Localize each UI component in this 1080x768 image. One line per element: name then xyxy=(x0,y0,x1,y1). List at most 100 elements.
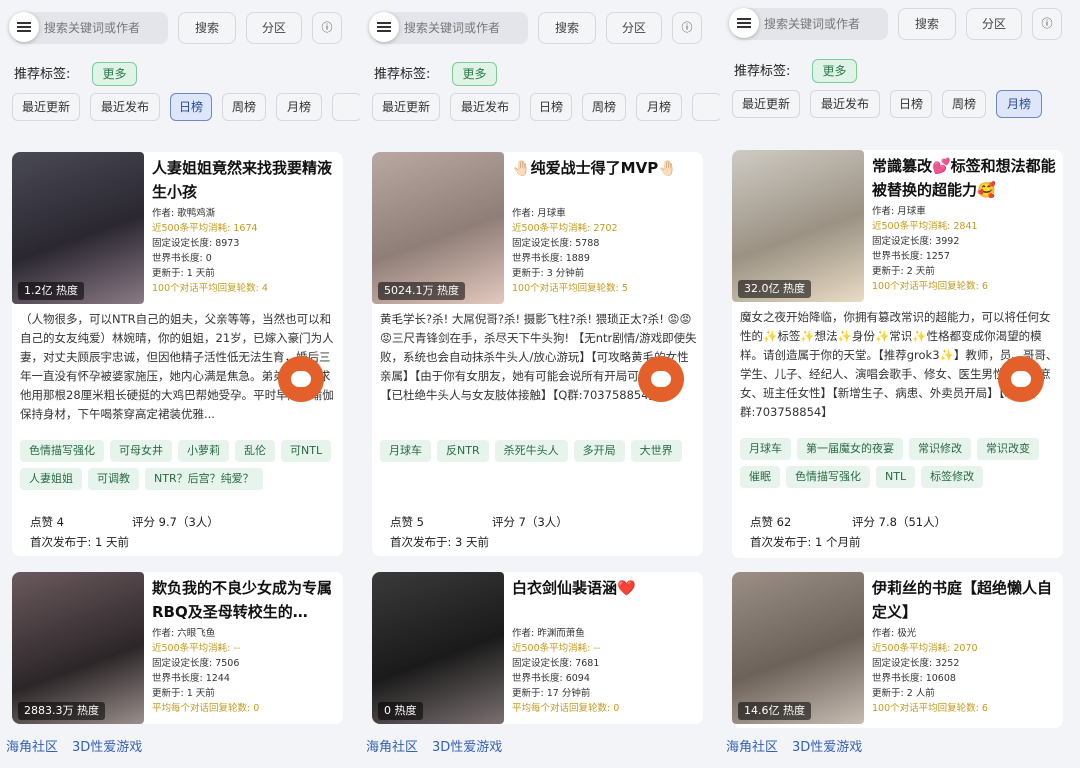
tag-chip[interactable]: 多开局 xyxy=(573,440,625,462)
meta-line: 世界书长度: 6094 xyxy=(512,673,590,684)
tag-chip[interactable]: 可母女井 xyxy=(110,440,172,462)
top-bar: 搜索关键词或作者 搜索 分区 ⓘ xyxy=(0,8,360,48)
menu-icon[interactable] xyxy=(369,12,399,42)
sort-tab[interactable]: 最近发布 xyxy=(90,93,160,121)
tag-chip[interactable]: NTL xyxy=(876,466,916,488)
tag-chip[interactable]: 人妻姐姐 xyxy=(20,468,82,490)
chat-bubble-icon[interactable] xyxy=(278,356,324,402)
chat-bubble-icon[interactable] xyxy=(998,356,1044,402)
meta-line: 近500条平均消耗: -- xyxy=(152,643,241,654)
card-meta: 作者: 月球車 近500条平均消耗: 2841 固定设定长度: 3992 世界书长度:… xyxy=(872,204,1060,294)
tag-chip[interactable]: 色情描写强化 xyxy=(20,440,104,462)
search-button[interactable]: 搜索 xyxy=(538,12,596,44)
character-card[interactable]: 5024.1万 热度 🤚🏻纯爱战士得了MVP🤚🏻 作者: 月球車 近500条平均消… xyxy=(372,152,703,556)
tag-chip[interactable]: NTR？后宫？纯爱？ xyxy=(145,468,263,490)
partition-button[interactable]: 分区 xyxy=(606,12,662,44)
card-meta: 作者: 六眼飞鱼 近500条平均消耗: -- 固定设定长度: 7506 世界书长度: … xyxy=(152,626,340,716)
tag-chip[interactable]: 大世界 xyxy=(630,440,682,462)
sort-tab[interactable]: 最近更新 xyxy=(372,93,440,121)
more-tags-button[interactable]: 更多 xyxy=(452,62,497,86)
tag-chip[interactable]: 催眠 xyxy=(740,466,780,488)
bottom-link[interactable]: 3D性爱游戏 xyxy=(792,740,862,755)
sort-tab[interactable]: 最近更新 xyxy=(12,93,80,121)
tag-chip[interactable]: 第一届魔女的夜宴 xyxy=(797,438,903,460)
character-card[interactable]: 0 热度 白衣剑仙裴语涵❤️ 作者: 昨渊而萧鱼 近500条平均消耗: -- 固定设… xyxy=(372,572,703,724)
screenshot-stage: 搜索关键词或作者 搜索 分区 ⓘ 推荐标签: 更多 最近更新 最近发布 日榜 周榜 月榜… xyxy=(0,0,1080,768)
search-button[interactable]: 搜索 xyxy=(178,12,236,44)
chat-bubble-icon[interactable] xyxy=(638,356,684,402)
meta-line: 更新于: 1 天前 xyxy=(152,268,215,279)
character-card[interactable]: 1.2亿 热度 人妻姐姐竟然来找我要精液生小孩 作者: 歌鸭鸡澌 近500条平均消… xyxy=(12,152,343,556)
bottom-links: 海角社区 3D性爱游戏 xyxy=(6,736,156,755)
card-title: 伊莉丝的书庭【超绝懒人自定义】 xyxy=(872,579,1053,621)
info-icon[interactable]: ⓘ xyxy=(672,12,702,44)
tag-chip[interactable]: 可调教 xyxy=(88,468,139,490)
card-title: 🤚🏻纯爱战士得了MVP🤚🏻 xyxy=(512,159,677,177)
card-title: 欺负我的不良少女成为专属RBQ及圣母转校生的… xyxy=(152,579,333,621)
sort-tab[interactable]: 最近发布 xyxy=(810,90,880,118)
search-button[interactable]: 搜索 xyxy=(898,8,956,40)
tag-chip[interactable]: 标签修改 xyxy=(921,466,984,488)
sort-tab[interactable]: 周榜 xyxy=(582,93,626,121)
tag-chip[interactable]: 常识修改 xyxy=(909,438,971,460)
character-card[interactable]: 14.6亿 热度 伊莉丝的书庭【超绝懒人自定义】 作者: 极光 近500条平均消耗… xyxy=(732,572,1063,728)
recommended-tags-label: 推荐标签: xyxy=(734,64,791,79)
meta-line: 固定设定长度: 8973 xyxy=(152,238,240,249)
sort-tab[interactable]: 月榜 xyxy=(636,93,682,121)
sort-tab[interactable]: 日榜 xyxy=(170,93,212,121)
bottom-link[interactable]: 3D性爱游戏 xyxy=(432,740,502,755)
sort-tab[interactable]: 周榜 xyxy=(942,90,986,118)
more-tags-button[interactable]: 更多 xyxy=(812,59,857,83)
sort-tab[interactable]: 月榜 xyxy=(996,90,1042,118)
tag-chip[interactable]: 小萝莉 xyxy=(178,440,229,462)
heat-badge: 2883.3万 热度 xyxy=(18,702,105,720)
tag-chip[interactable]: 乱伦 xyxy=(235,440,275,462)
meta-line: 更新于: 1 天前 xyxy=(152,688,215,699)
menu-icon[interactable] xyxy=(9,12,39,42)
meta-line: 100个对话平均回复轮数: 5 xyxy=(512,283,628,294)
meta-line: 世界书长度: 1889 xyxy=(512,253,590,264)
meta-line: 100个对话平均回复轮数: 4 xyxy=(152,283,268,294)
tag-chip[interactable]: 月球车 xyxy=(740,438,791,460)
meta-line: 作者: 歌鸭鸡澌 xyxy=(152,208,216,219)
menu-icon[interactable] xyxy=(729,8,759,38)
published-time: 首次发布于: 3 天前 xyxy=(390,535,490,549)
info-icon[interactable]: ⓘ xyxy=(312,12,342,44)
sort-tab[interactable]: 最近更新 xyxy=(732,90,800,118)
sort-tab[interactable]: 月榜 xyxy=(276,93,322,121)
meta-line: 更新于: 17 分钟前 xyxy=(512,688,591,699)
tag-chip[interactable]: 可NTL xyxy=(281,440,332,462)
sort-tab[interactable]: 日榜 xyxy=(530,93,572,121)
meta-line: 100个对话平均回复轮数: 6 xyxy=(872,281,988,292)
meta-line: 近500条平均消耗: 2070 xyxy=(872,643,978,654)
info-icon[interactable]: ⓘ xyxy=(1032,8,1062,40)
sort-tab[interactable]: 最近发布 xyxy=(450,93,520,121)
tag-chip[interactable]: 杀死牛头人 xyxy=(494,440,568,462)
meta-line: 固定设定长度: 7681 xyxy=(512,658,600,669)
card-title: 常識篡改💕标签和想法都能被替换的超能力🥰 xyxy=(872,157,1056,199)
tag-chip[interactable]: 月球车 xyxy=(380,440,431,462)
tag-chip[interactable]: 色情描写强化 xyxy=(786,466,870,488)
partition-button[interactable]: 分区 xyxy=(246,12,302,44)
tag-chip[interactable]: 常识改变 xyxy=(977,438,1039,460)
meta-line: 近500条平均消耗: 2702 xyxy=(512,223,618,234)
more-tags-button[interactable]: 更多 xyxy=(92,62,137,86)
likes-count: 点赞 5 xyxy=(390,515,424,529)
rating: 评分 7（3人） xyxy=(492,515,568,529)
card-cover-image: 32.0亿 热度 xyxy=(732,150,864,302)
bottom-link[interactable]: 海角社区 xyxy=(726,740,778,755)
character-card[interactable]: 2883.3万 热度 欺负我的不良少女成为专属RBQ及圣母转校生的… 作者: 六… xyxy=(12,572,343,724)
character-card[interactable]: 32.0亿 热度 常識篡改💕标签和想法都能被替换的超能力🥰 作者: 月球車 近50… xyxy=(732,150,1063,558)
bottom-link[interactable]: 海角社区 xyxy=(366,740,418,755)
panel-1: 搜索关键词或作者 搜索 分区 ⓘ 推荐标签: 更多 最近更新 最近发布 日榜 周榜 月榜… xyxy=(0,0,360,768)
card-title: 白衣剑仙裴语涵❤️ xyxy=(512,579,636,597)
panel-2: 搜索关键词或作者 搜索 分区 ⓘ 推荐标签: 更多 最近更新 最近发布 日榜 周榜 月榜… xyxy=(360,0,720,768)
bottom-link[interactable]: 3D性爱游戏 xyxy=(72,740,142,755)
sort-tab[interactable]: 周榜 xyxy=(222,93,266,121)
partition-button[interactable]: 分区 xyxy=(966,8,1022,40)
sort-tab[interactable] xyxy=(692,93,720,121)
sort-tab[interactable]: 日榜 xyxy=(890,90,932,118)
tag-chip[interactable]: 反NTR xyxy=(437,440,489,462)
sort-tab[interactable] xyxy=(332,93,360,121)
bottom-link[interactable]: 海角社区 xyxy=(6,740,58,755)
